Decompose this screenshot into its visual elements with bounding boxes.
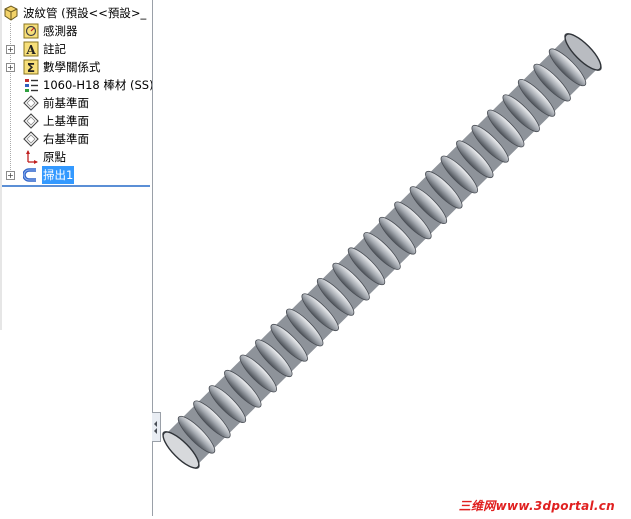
tree-item-right-plane[interactable]: 右基準面 [0, 130, 152, 148]
tree-root-item[interactable]: 波紋管 (預設<<預設>_ [0, 4, 152, 22]
origin-icon [26, 150, 38, 164]
svg-text:A: A [25, 43, 36, 57]
tree-item-label: 註記 [43, 42, 66, 56]
plane-icon [23, 113, 39, 129]
expand-icon[interactable]: + [6, 171, 15, 180]
tree-item-annotations[interactable]: + A 註記 [0, 40, 152, 58]
equation-icon: Σ [23, 59, 39, 75]
plane-icon [23, 131, 39, 147]
svg-text:Σ: Σ [27, 61, 35, 75]
tree-item-label: 數學關係式 [43, 60, 101, 74]
sensor-icon [23, 23, 39, 39]
watermark-text: 三维网www.3dportal.cn [458, 499, 615, 513]
sweep-icon [23, 168, 36, 182]
feature-manager-tree: 波紋管 (預設<<預設>_ 感測器 + A 註記 + Σ 數學關係式 1060-… [0, 0, 153, 516]
tree-item-material[interactable]: 1060-H18 棒材 (SS) [0, 76, 152, 94]
expand-icon[interactable]: + [6, 45, 15, 54]
tree-item-label: 原點 [43, 150, 66, 164]
expand-icon[interactable]: + [6, 63, 15, 72]
part-icon [4, 5, 18, 21]
tree-item-label: 掃出1 [42, 166, 75, 184]
tree-item-label: 1060-H18 棒材 (SS) [43, 78, 153, 92]
tree-item-sweep[interactable]: + 掃出1 [0, 166, 152, 184]
tree-item-equations[interactable]: + Σ 數學關係式 [0, 58, 152, 76]
tree-item-label: 右基準面 [43, 132, 89, 146]
annotation-icon: A [23, 41, 39, 57]
tree-root-label: 波紋管 (預設<<預設>_ [23, 6, 147, 20]
tree-rollback-bar[interactable] [2, 185, 150, 187]
tree-item-label: 上基準面 [43, 114, 89, 128]
tree-item-sensors[interactable]: 感測器 [0, 22, 152, 40]
tree-item-origin[interactable]: 原點 [0, 148, 152, 166]
material-icon [25, 79, 38, 92]
corrugated-tube-model[interactable] [153, 0, 631, 516]
graphics-viewport[interactable] [153, 0, 631, 516]
tree-item-label: 前基準面 [43, 96, 89, 110]
tree-item-front-plane[interactable]: 前基準面 [0, 94, 152, 112]
tree-item-top-plane[interactable]: 上基準面 [0, 112, 152, 130]
plane-icon [23, 95, 39, 111]
tree-item-label: 感測器 [43, 24, 78, 38]
